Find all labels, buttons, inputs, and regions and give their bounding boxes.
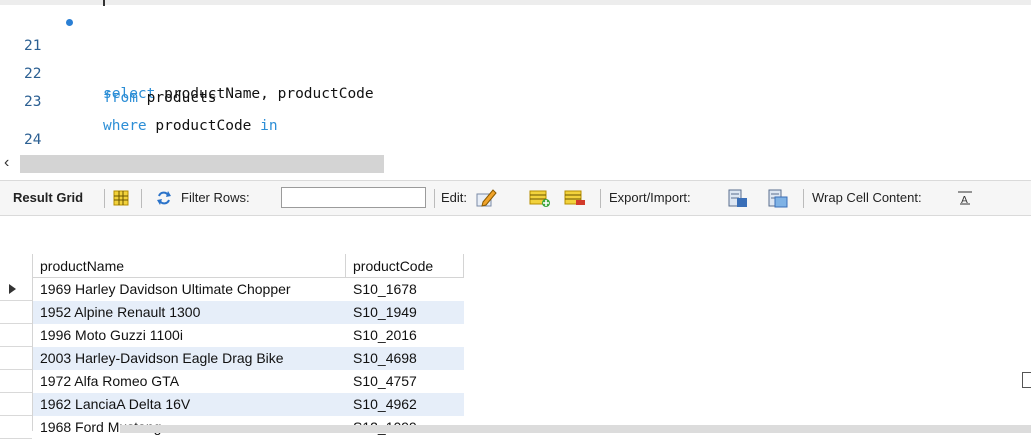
grid-horizontal-scrollbar[interactable] [120, 425, 1031, 433]
cell-productName[interactable]: 1969 Harley Davidson Ultimate Chopper [33, 278, 346, 301]
edit-pencil-icon[interactable] [475, 188, 497, 208]
cell-productCode[interactable]: S10_1678 [346, 278, 464, 301]
sql-editor[interactable]: 21 select productName, productCode 22 fr… [0, 0, 1031, 172]
scroll-left-arrow-icon[interactable]: ‹ [4, 153, 9, 173]
scrollbar-thumb[interactable] [20, 155, 384, 173]
wrap-text-icon[interactable]: A [957, 191, 973, 205]
toolbar-divider [803, 189, 804, 208]
text-caret [103, 0, 105, 6]
cell-productName[interactable]: 1996 Moto Guzzi 1100i [33, 324, 346, 347]
cell-productCode[interactable]: S10_2016 [346, 324, 464, 347]
editor-horizontal-scrollbar[interactable]: ‹ [0, 152, 1031, 176]
code-line-21[interactable]: 21 select productName, productCode [0, 10, 1031, 102]
table-row[interactable]: 1972 Alfa Romeo GTA S10_4757 [0, 370, 464, 393]
cell-productCode[interactable]: S10_4757 [346, 370, 464, 393]
add-row-icon[interactable] [529, 189, 551, 208]
export-import-label: Export/Import: [609, 190, 691, 205]
result-toolbar: Result Grid Filter Rows: Edit: Export/Im… [0, 180, 1031, 388]
result-grid-tab[interactable]: Result Grid [13, 181, 83, 215]
filter-rows-label: Filter Rows: [181, 190, 250, 205]
export-icon[interactable] [728, 189, 748, 208]
toolbar-divider [434, 189, 435, 208]
current-row-indicator-icon [9, 284, 16, 294]
edit-label: Edit: [441, 190, 468, 205]
line-number: 24 [24, 132, 42, 148]
code-line-23[interactable]: 23 where productCode in [0, 66, 1031, 134]
toolbar-divider [104, 189, 105, 208]
code-line-22[interactable]: 22 from products [0, 38, 1031, 106]
code-line-24[interactable]: 24 (select productCode from orderdetails… [0, 104, 1031, 172]
cell-productCode[interactable]: S10_4698 [346, 347, 464, 370]
grid-layout-icon[interactable] [113, 190, 129, 206]
filter-rows-input[interactable] [281, 187, 426, 208]
cell-productName[interactable]: 1952 Alpine Renault 1300 [33, 301, 346, 324]
import-icon[interactable] [768, 189, 788, 208]
table-row[interactable]: 1969 Harley Davidson Ultimate Chopper S10… [0, 278, 464, 301]
breakpoint-dot-icon[interactable] [66, 19, 73, 26]
column-header-productName[interactable]: productName [33, 254, 346, 278]
table-row[interactable]: 1962 LanciaA Delta 16V S10_4962 [0, 393, 464, 416]
toolbar-divider [141, 189, 142, 208]
toolbar-overflow-button[interactable] [1022, 372, 1031, 388]
cell-productName[interactable]: 1972 Alfa Romeo GTA [33, 370, 346, 393]
cell-productCode[interactable]: S10_4962 [346, 393, 464, 416]
table-row[interactable]: 2003 Harley-Davidson Eagle Drag Bike S10_… [0, 347, 464, 370]
table-row[interactable]: 1952 Alpine Renault 1300 S10_1949 [0, 301, 464, 324]
cell-productName[interactable]: 2003 Harley-Davidson Eagle Drag Bike [33, 347, 346, 370]
cell-productName[interactable]: 1962 LanciaA Delta 16V [33, 393, 346, 416]
wrap-cell-content-label: Wrap Cell Content: [812, 190, 922, 205]
delete-row-icon[interactable] [564, 189, 586, 208]
toolbar-divider [600, 189, 601, 208]
refresh-icon[interactable] [156, 190, 172, 206]
editor-top-strip [0, 0, 1031, 5]
table-row[interactable]: 1996 Moto Guzzi 1100i S10_2016 [0, 324, 464, 347]
column-header-productCode[interactable]: productCode [346, 254, 464, 278]
cell-productCode[interactable]: S10_1949 [346, 301, 464, 324]
